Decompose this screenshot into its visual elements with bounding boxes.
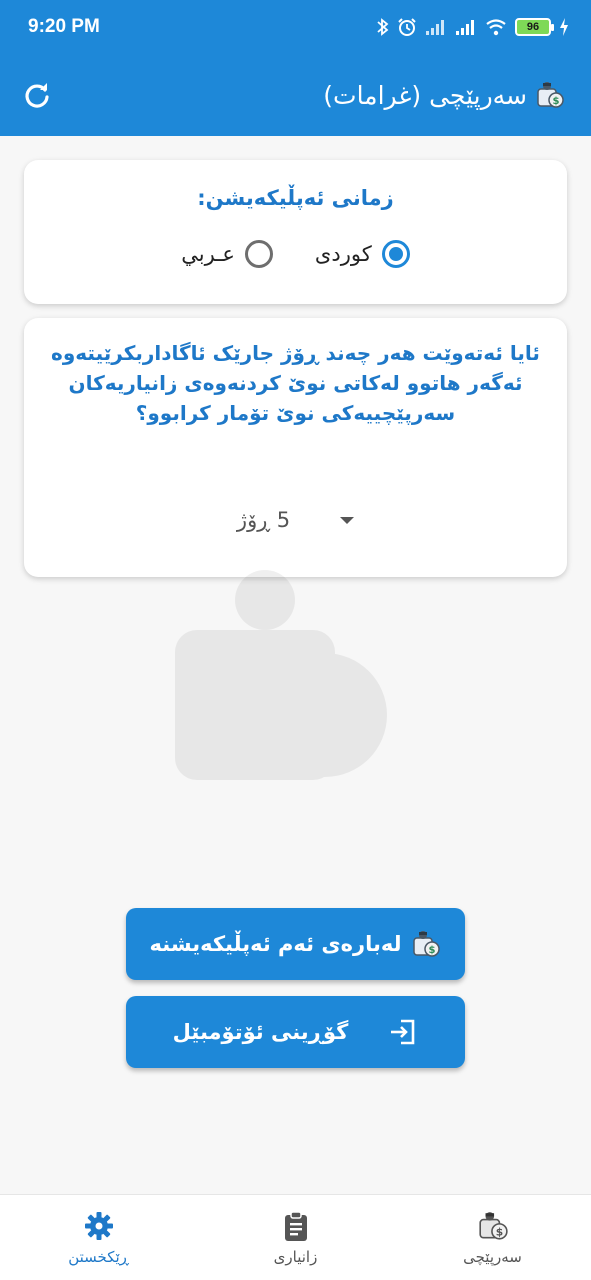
radio-button-arabic[interactable] bbox=[244, 240, 273, 268]
app-title-wrap: $ سەرپێچی (غرامات) bbox=[323, 80, 565, 110]
refresh-button[interactable] bbox=[22, 80, 52, 110]
radio-label-kurdish: كوردی bbox=[314, 242, 372, 266]
nav-label-settings: ڕێکخستن bbox=[68, 1247, 129, 1266]
about-app-button[interactable]: $ لەبارەی ئەم ئەپڵیکەیشنە bbox=[126, 908, 465, 980]
reminder-card: ئایا ئەتەوێت هەر چەند ڕۆژ جارێک ئاگادارب… bbox=[24, 318, 567, 577]
wifi-icon bbox=[486, 19, 506, 36]
refresh-icon bbox=[25, 83, 49, 108]
svg-text:$: $ bbox=[429, 945, 436, 956]
login-icon bbox=[388, 1017, 418, 1047]
change-car-label: گۆڕینی ئۆتۆمبێل bbox=[172, 1020, 349, 1044]
clipboard-icon bbox=[284, 1210, 307, 1241]
status-time: 9:20 PM bbox=[28, 16, 100, 37]
radio-option-kurdish[interactable]: كوردی bbox=[315, 240, 410, 268]
status-icons: 96 bbox=[377, 17, 569, 37]
signal-icon-2 bbox=[456, 20, 474, 35]
app-logo-icon: $ bbox=[478, 1211, 508, 1240]
nav-item-info[interactable]: زانیاری bbox=[197, 1195, 394, 1280]
radio-button-kurdish[interactable] bbox=[381, 240, 410, 268]
about-app-label: لەبارەی ئەم ئەپڵیکەیشنە bbox=[149, 932, 402, 956]
language-title: زمانی ئەپڵیکەیشن: bbox=[197, 186, 394, 210]
svg-text:$: $ bbox=[553, 96, 560, 107]
change-car-button[interactable]: گۆڕینی ئۆتۆمبێل bbox=[126, 996, 465, 1068]
status-bar: 9:20 PM 96 bbox=[0, 0, 591, 54]
days-selected-value: 5 ڕۆژ bbox=[236, 508, 291, 532]
nav-item-settings[interactable]: ڕێکخستن bbox=[0, 1195, 197, 1280]
radio-label-arabic: عـربي bbox=[181, 242, 235, 266]
days-dropdown[interactable]: 5 ڕۆژ bbox=[24, 508, 567, 532]
app-bar: $ سەرپێچی (غرامات) bbox=[0, 54, 591, 136]
language-radio-group: كوردی عـربي bbox=[24, 240, 567, 268]
app-logo-icon: $ bbox=[535, 80, 565, 110]
bottom-navigation: ڕێکخستن زانیاری $ سەرپێچی bbox=[0, 1194, 591, 1280]
signal-icon-1 bbox=[426, 20, 444, 35]
radio-option-arabic[interactable]: عـربي bbox=[181, 240, 273, 268]
alarm-icon bbox=[398, 18, 416, 36]
nav-item-violations[interactable]: $ سەرپێچی bbox=[394, 1195, 591, 1280]
watermark-logo-icon bbox=[175, 570, 387, 780]
nav-label-info: زانیاری bbox=[273, 1247, 318, 1266]
bluetooth-icon bbox=[377, 18, 389, 36]
battery-indicator: 96 bbox=[515, 18, 554, 36]
charging-icon bbox=[560, 18, 568, 36]
app-logo-icon: $ bbox=[411, 929, 441, 959]
nav-label-violations: سەرپێچی bbox=[463, 1247, 522, 1266]
svg-text:$: $ bbox=[495, 1225, 502, 1238]
reminder-question: ئایا ئەتەوێت هەر چەند ڕۆژ جارێک ئاگادارب… bbox=[51, 341, 540, 425]
language-card: زمانی ئەپڵیکەیشن: كوردی عـربي bbox=[24, 160, 567, 304]
gear-icon bbox=[84, 1211, 113, 1240]
dropdown-arrow-icon bbox=[340, 516, 355, 524]
app-title: سەرپێچی (غرامات) bbox=[323, 80, 527, 110]
